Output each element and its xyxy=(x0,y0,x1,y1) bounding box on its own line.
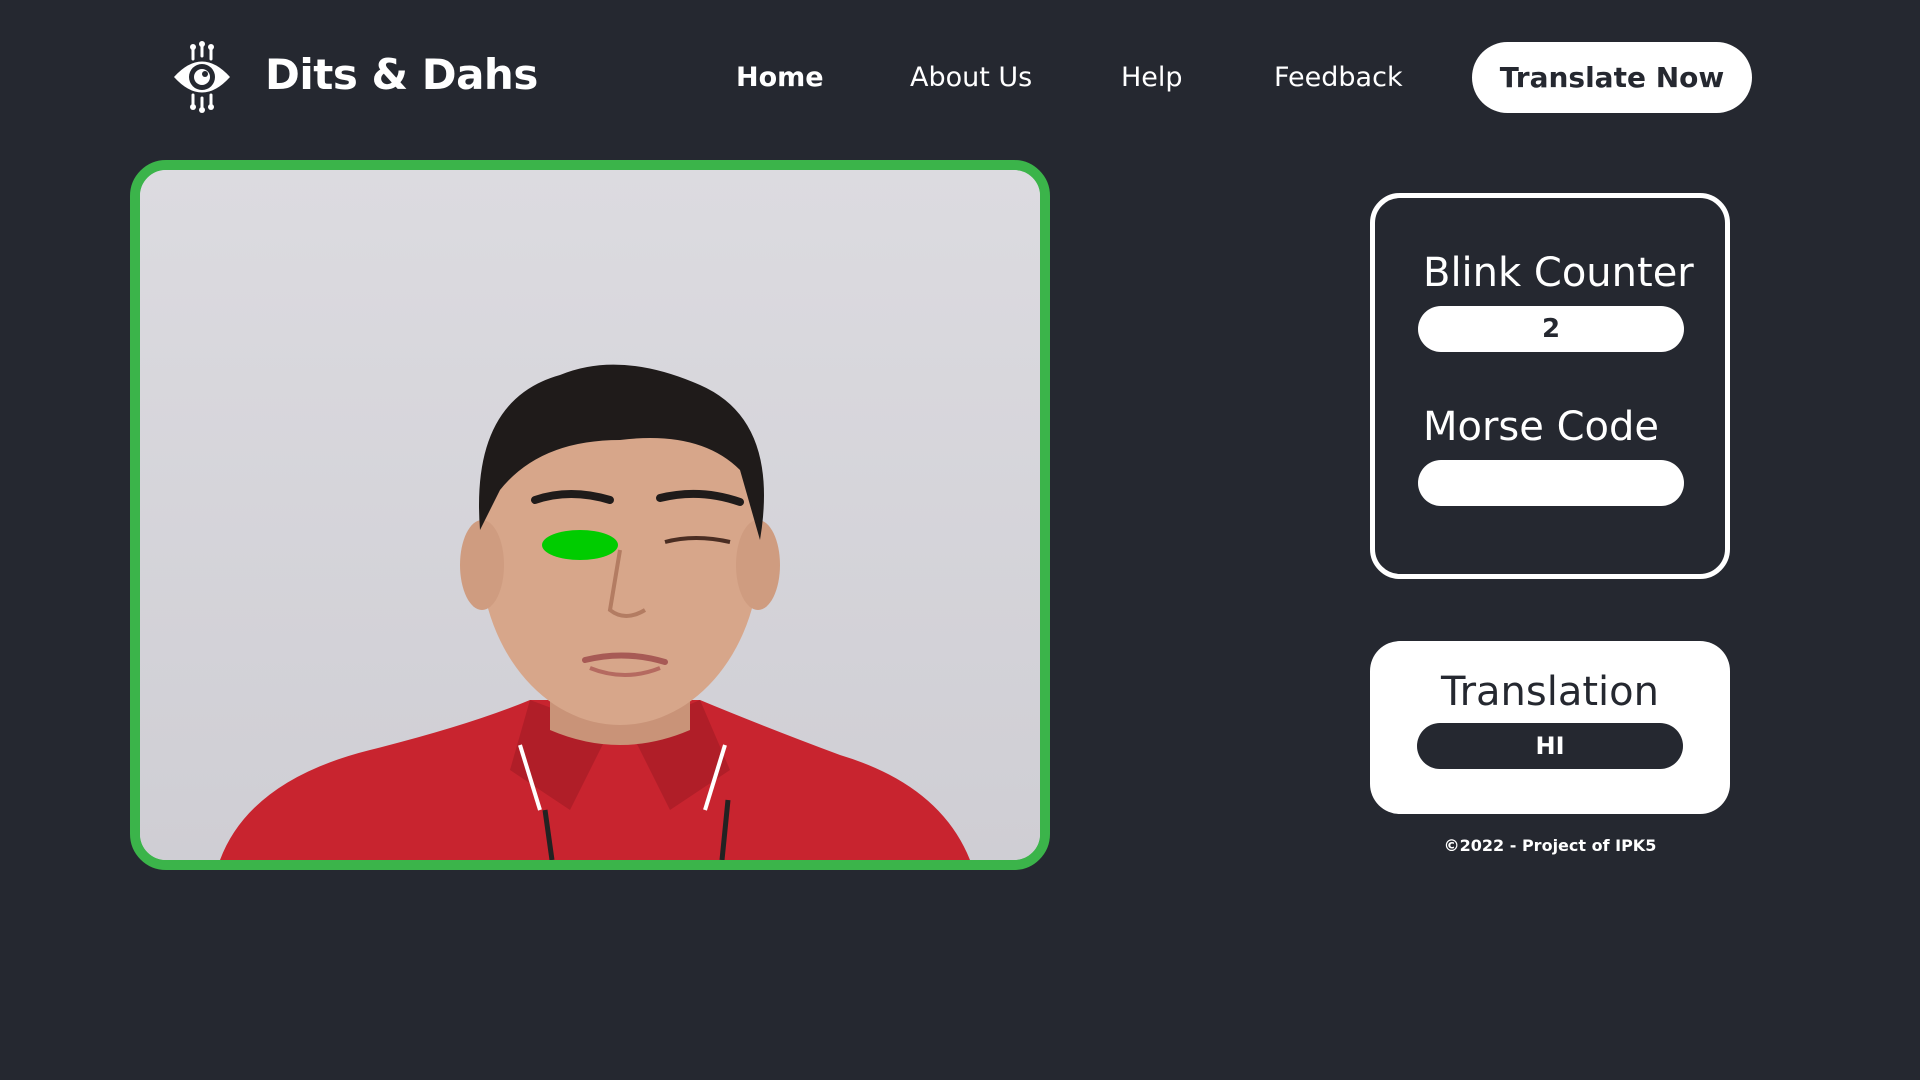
translation-value: HI xyxy=(1417,723,1683,769)
nav-home[interactable]: Home xyxy=(736,62,824,93)
webcam-image xyxy=(140,170,1040,860)
translation-panel: Translation HI xyxy=(1370,641,1730,814)
nav-help[interactable]: Help xyxy=(1121,62,1183,93)
nav-feedback[interactable]: Feedback xyxy=(1274,62,1403,93)
footer-copyright: ©2022 - Project of IPK5 xyxy=(1443,836,1657,855)
eye-detection-marker xyxy=(542,530,618,560)
brand-name[interactable]: Dits & Dahs xyxy=(265,50,538,99)
blink-counter-title: Blink Counter xyxy=(1423,250,1694,296)
page: Dits & Dahs Home About Us Help Feedback … xyxy=(0,0,1920,1080)
translation-title: Translation xyxy=(1441,669,1659,715)
blink-counter-value: 2 xyxy=(1418,306,1684,352)
morse-code-title: Morse Code xyxy=(1423,404,1659,450)
morse-code-value xyxy=(1418,460,1684,506)
translate-now-button[interactable]: Translate Now xyxy=(1472,42,1752,113)
eye-circuit-icon xyxy=(174,41,230,113)
camera-feed xyxy=(130,160,1050,870)
blink-morse-panel: Blink Counter 2 Morse Code xyxy=(1370,193,1730,579)
nav-about-us[interactable]: About Us xyxy=(910,62,1032,93)
